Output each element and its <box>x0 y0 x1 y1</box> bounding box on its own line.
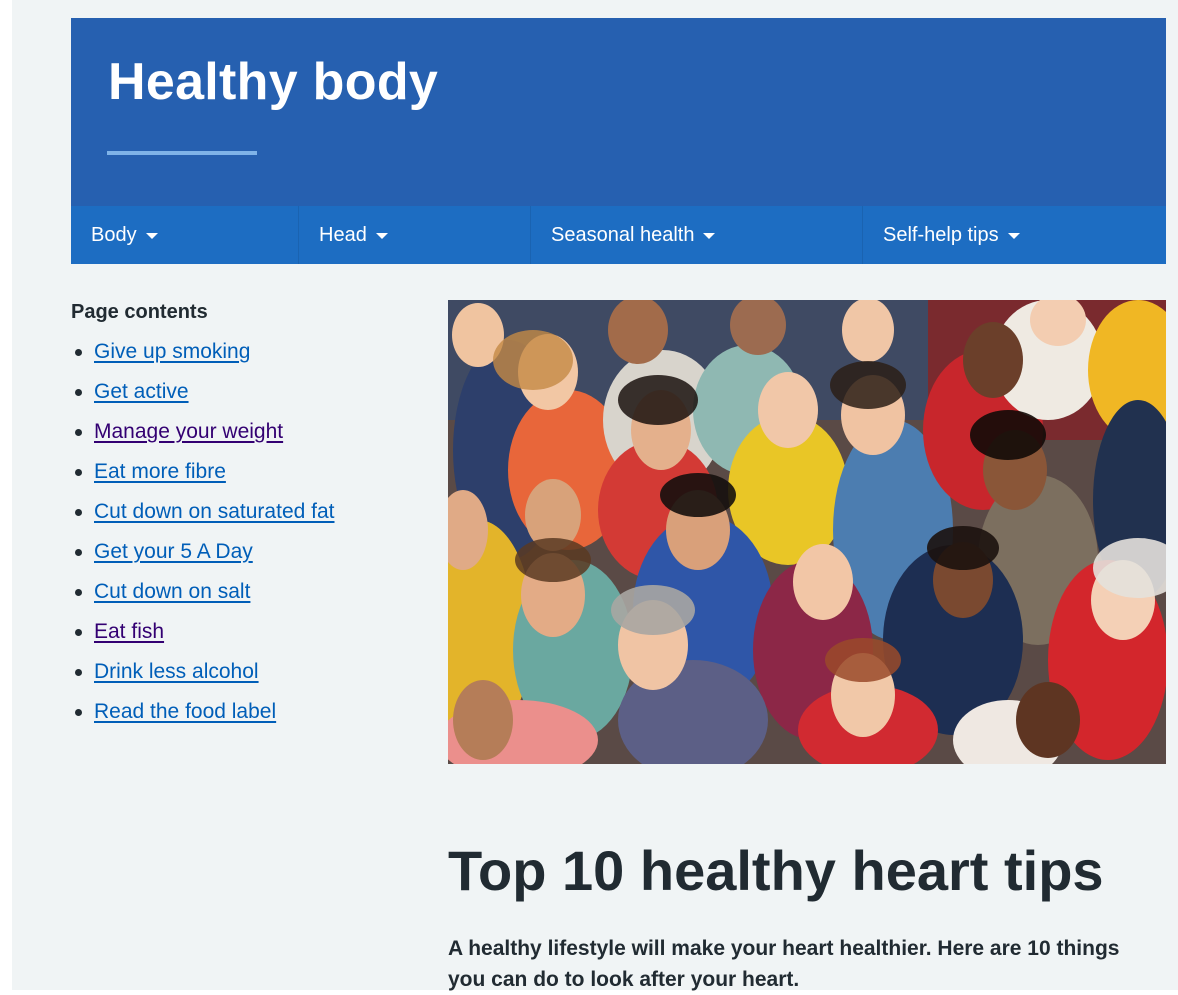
list-item: Manage your weight <box>71 418 401 458</box>
nav-item-seasonal-health[interactable]: Seasonal health <box>531 206 863 264</box>
article-lead: A healthy lifestyle will make your heart… <box>448 937 1120 991</box>
bullet-icon <box>75 589 82 596</box>
page-contents: Page contents Give up smoking Get active… <box>71 301 401 738</box>
nav-item-label: Head <box>319 223 367 246</box>
nav-item-label: Self-help tips <box>883 223 999 246</box>
caret-down-icon <box>145 233 158 239</box>
list-item: Eat fish <box>71 618 401 658</box>
hero-image <box>448 300 1166 764</box>
list-item: Cut down on salt <box>71 578 401 618</box>
bullet-icon <box>75 389 82 396</box>
list-item: Drink less alcohol <box>71 658 401 698</box>
page-contents-list: Give up smoking Get active Manage your w… <box>71 338 401 738</box>
main-nav: Body Head Seasonal health Self-help tips <box>71 206 1166 264</box>
nav-item-label: Seasonal health <box>551 223 695 246</box>
list-item: Get active <box>71 378 401 418</box>
page-title: Healthy body <box>108 53 439 111</box>
link-eat-more-fibre[interactable]: Eat more fibre <box>94 460 226 483</box>
list-item: Get your 5 A Day <box>71 538 401 578</box>
link-get-your-5-a-day[interactable]: Get your 5 A Day <box>94 540 253 563</box>
nav-item-self-help-tips[interactable]: Self-help tips <box>863 206 1166 264</box>
caret-down-icon <box>375 233 388 239</box>
bullet-icon <box>75 509 82 516</box>
site-header: Healthy body Body Head Seasonal health S… <box>71 18 1166 264</box>
page-background: Healthy body Body Head Seasonal health S… <box>12 0 1178 991</box>
article-heading: Top 10 healthy heart tips <box>448 839 1104 902</box>
bullet-icon <box>75 429 82 436</box>
page-contents-title: Page contents <box>71 301 208 323</box>
caret-down-icon <box>703 233 716 239</box>
caret-down-icon <box>1007 233 1020 239</box>
bullet-icon <box>75 669 82 676</box>
link-cut-down-saturated-fat[interactable]: Cut down on saturated fat <box>94 500 335 523</box>
bullet-icon <box>75 709 82 716</box>
link-drink-less-alcohol[interactable]: Drink less alcohol <box>94 660 259 683</box>
link-manage-your-weight[interactable]: Manage your weight <box>94 420 283 443</box>
bullet-icon <box>75 549 82 556</box>
link-eat-fish[interactable]: Eat fish <box>94 620 164 643</box>
nav-item-body[interactable]: Body <box>71 206 299 264</box>
list-item: Give up smoking <box>71 338 401 378</box>
bullet-icon <box>75 629 82 636</box>
crowd-photo <box>448 300 1166 764</box>
nav-item-head[interactable]: Head <box>299 206 531 264</box>
link-get-active[interactable]: Get active <box>94 380 189 403</box>
title-underline <box>107 151 257 155</box>
link-cut-down-on-salt[interactable]: Cut down on salt <box>94 580 250 603</box>
link-read-the-food-label[interactable]: Read the food label <box>94 700 276 723</box>
list-item: Eat more fibre <box>71 458 401 498</box>
bullet-icon <box>75 349 82 356</box>
list-item: Read the food label <box>71 698 401 738</box>
bullet-icon <box>75 469 82 476</box>
nav-item-label: Body <box>91 223 137 246</box>
list-item: Cut down on saturated fat <box>71 498 401 538</box>
link-give-up-smoking[interactable]: Give up smoking <box>94 340 250 363</box>
